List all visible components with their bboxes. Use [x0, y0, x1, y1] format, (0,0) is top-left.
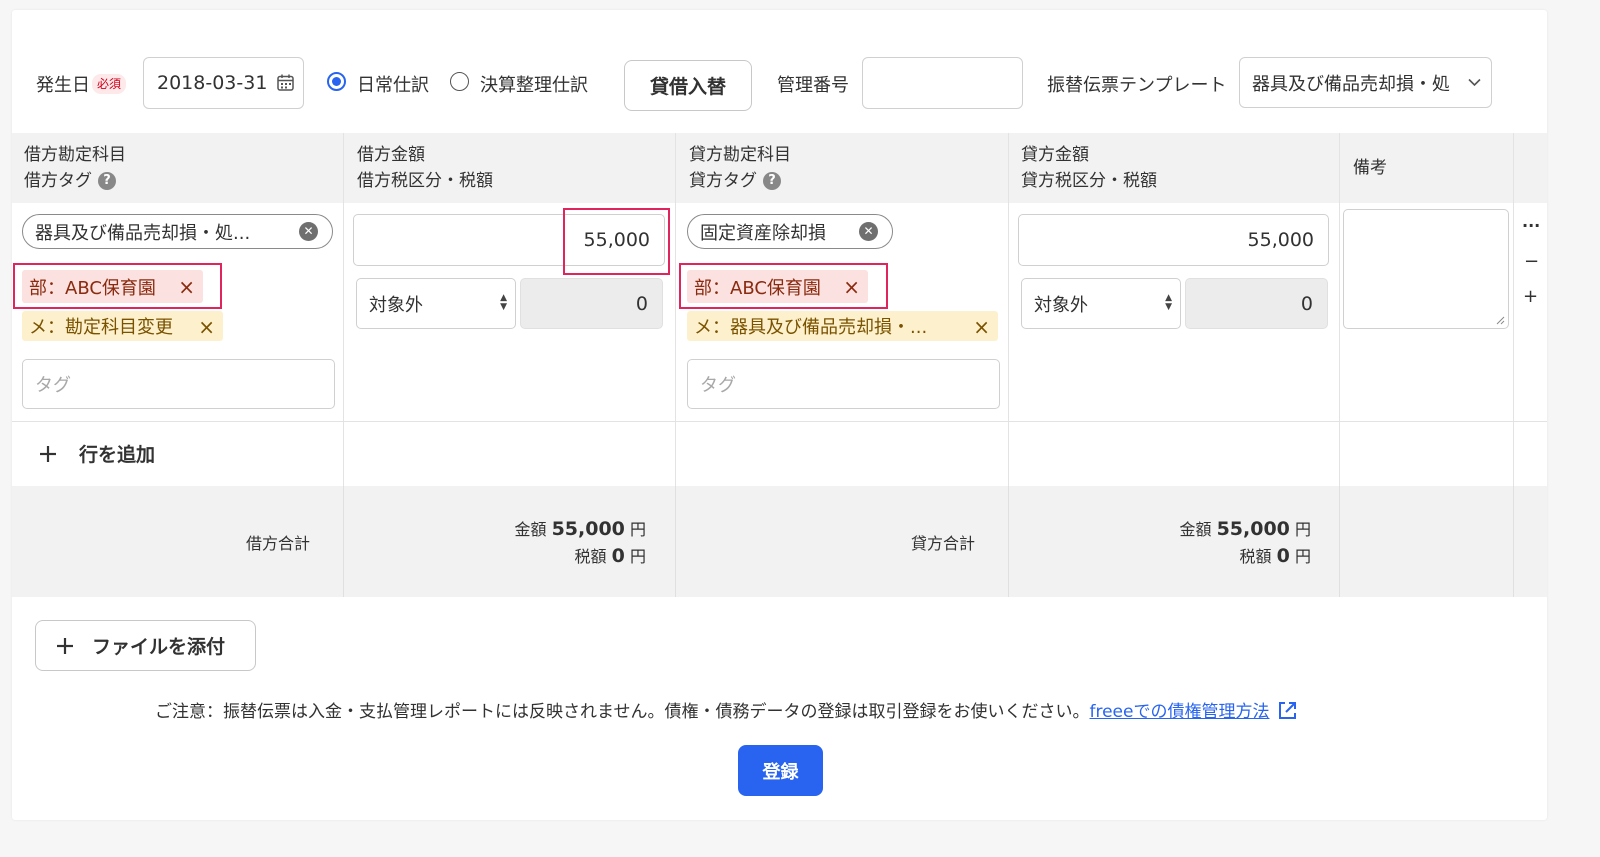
- chevron-down-icon: [1468, 78, 1481, 87]
- help-icon[interactable]: ?: [763, 172, 781, 190]
- highlight-box: [679, 263, 888, 309]
- credit-account-value: 固定資産除却損: [700, 222, 826, 244]
- management-number-input[interactable]: [862, 57, 1023, 109]
- debit-total-values: 金額 55,000 円 税額 0 円: [514, 518, 646, 567]
- clear-icon[interactable]: ✕: [859, 222, 878, 241]
- credit-tag-input[interactable]: タグ: [687, 359, 1000, 409]
- remove-tag-icon[interactable]: ×: [198, 317, 215, 337]
- notice: ご注意：振替伝票は入金・支払管理レポートには反映されません。債権・債務データの登…: [155, 697, 1298, 722]
- remarks-textarea[interactable]: [1343, 209, 1509, 329]
- debit-account-chip[interactable]: 器具及び備品売却損・処... ✕: [22, 214, 333, 249]
- template-label: 振替伝票テンプレート: [1047, 75, 1227, 96]
- column-divider: [675, 486, 676, 597]
- required-badge: 必須: [92, 74, 127, 94]
- external-link-icon[interactable]: [1277, 700, 1298, 721]
- calendar-icon[interactable]: [277, 74, 294, 91]
- credit-tax-amount: 0: [1185, 278, 1328, 329]
- management-number-label: 管理番号: [777, 75, 849, 96]
- column-divider: [1339, 486, 1340, 597]
- radio-closing-label[interactable]: 決算整理仕訳: [480, 71, 588, 97]
- more-icon[interactable]: ···: [1522, 216, 1540, 235]
- debit-tag-memo: メ：勘定科目変更 ×: [22, 311, 223, 341]
- select-arrows-icon: ▲ ▼: [1165, 293, 1172, 312]
- help-icon[interactable]: ?: [98, 172, 116, 190]
- row-divider: [12, 421, 1547, 422]
- add-row-label: 行を追加: [79, 444, 156, 466]
- credit-total-amount: 55,000: [1216, 518, 1290, 540]
- date-value: 2018-03-31: [157, 72, 268, 94]
- col-header-debit-amount: 借方金額 借方税区分・税額: [357, 145, 493, 191]
- plus-icon: [40, 445, 56, 462]
- debit-account-value: 器具及び備品売却損・処...: [35, 222, 251, 244]
- resize-handle-icon[interactable]: [1496, 316, 1505, 325]
- remove-tag-icon[interactable]: ×: [973, 317, 990, 337]
- col-header-credit-amount: 貸方金額 貸方税区分・税額: [1021, 145, 1157, 191]
- debit-total-amount: 55,000: [551, 518, 625, 540]
- template-select[interactable]: 器具及び備品売却損・処: [1239, 57, 1492, 108]
- column-divider: [343, 486, 344, 597]
- col-header-remarks: 備考: [1353, 158, 1387, 178]
- swap-debit-credit-button[interactable]: 貸借入替: [624, 60, 752, 111]
- radio-closing[interactable]: [450, 72, 469, 91]
- add-row-icon[interactable]: +: [1523, 286, 1538, 307]
- column-divider: [1513, 486, 1514, 597]
- debit-total-label: 借方合計: [246, 534, 311, 553]
- credit-total-label: 貸方合計: [911, 534, 976, 553]
- credit-account-chip[interactable]: 固定資産除却損 ✕: [687, 214, 893, 249]
- notice-text: ご注意：振替伝票は入金・支払管理レポートには反映されません。債権・債務データの登…: [155, 702, 1090, 722]
- radio-daily[interactable]: [327, 72, 346, 91]
- credit-amount-input[interactable]: 55,000: [1018, 214, 1329, 266]
- remove-row-icon[interactable]: −: [1524, 251, 1539, 272]
- radio-daily-label[interactable]: 日常仕訳: [357, 71, 429, 97]
- debit-tag-input[interactable]: タグ: [22, 359, 335, 409]
- credit-total-values: 金額 55,000 円 税額 0 円: [1179, 518, 1311, 567]
- add-row-button[interactable]: 行を追加: [38, 440, 155, 467]
- date-label: 発生日: [36, 75, 90, 96]
- select-arrows-icon: ▲ ▼: [500, 293, 507, 312]
- highlight-box: [13, 263, 222, 309]
- col-header-debit: 借方勘定科目 借方タグ?: [24, 145, 126, 191]
- credit-tag-memo: メ：器具及び備品売却損・... ×: [687, 311, 998, 341]
- register-button[interactable]: 登録: [738, 745, 823, 796]
- credit-total-tax: 0: [1276, 545, 1290, 567]
- receivables-help-link[interactable]: freeeでの債権管理方法: [1090, 702, 1270, 722]
- credit-tax-select[interactable]: 対象外 ▲ ▼: [1021, 278, 1181, 329]
- debit-total-tax: 0: [611, 545, 625, 567]
- date-input[interactable]: 2018-03-31: [143, 57, 304, 109]
- attach-file-button[interactable]: ファイルを添付: [35, 620, 256, 671]
- column-divider: [1008, 486, 1009, 597]
- plus-icon: [57, 637, 73, 654]
- totals-row: [12, 486, 1547, 597]
- template-value: 器具及び備品売却損・処: [1252, 73, 1450, 95]
- col-header-credit: 貸方勘定科目 貸方タグ?: [689, 145, 791, 191]
- debit-tax-select[interactable]: 対象外 ▲ ▼: [356, 278, 516, 329]
- attach-file-label: ファイルを添付: [92, 636, 226, 658]
- debit-tax-amount: 0: [520, 278, 663, 329]
- highlight-box: [563, 208, 670, 275]
- clear-icon[interactable]: ✕: [299, 222, 318, 241]
